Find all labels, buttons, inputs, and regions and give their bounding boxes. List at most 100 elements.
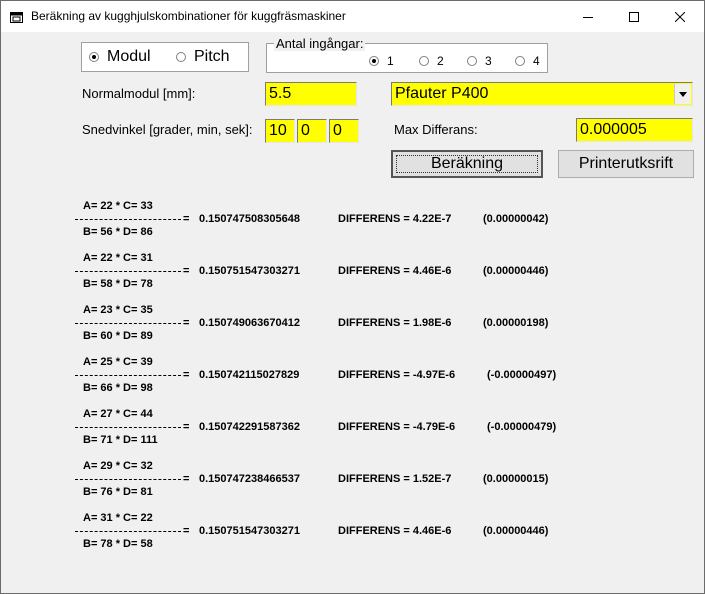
mode-group: Modul Pitch bbox=[81, 42, 249, 72]
result-numerator: A= 22 * C= 33 bbox=[83, 200, 153, 212]
result-denominator: B= 60 * D= 89 bbox=[83, 330, 153, 342]
radio-inputs-2[interactable]: 2 bbox=[419, 54, 444, 68]
minimize-button[interactable] bbox=[565, 1, 611, 32]
radio-inputs-3-indicator[interactable] bbox=[467, 56, 477, 66]
result-numerator: A= 29 * C= 32 bbox=[83, 460, 153, 472]
radio-inputs-1-indicator[interactable] bbox=[369, 56, 379, 66]
result-difference: DIFFERENS = 4.22E-7 bbox=[338, 213, 452, 225]
app-window: Beräkning av kugghjulskombinationer för … bbox=[0, 0, 705, 594]
radio-inputs-1[interactable]: 1 bbox=[369, 54, 394, 68]
result-numerator: A= 27 * C= 44 bbox=[83, 408, 153, 420]
result-row: A= 22 * C= 31 = 0.150751547303271 DIFFERENS… bbox=[75, 252, 635, 296]
result-fraction-line bbox=[75, 323, 181, 324]
result-difference-decimal: (0.00000446) bbox=[483, 265, 549, 277]
radio-modul[interactable]: Modul bbox=[89, 48, 151, 66]
result-fraction-line bbox=[75, 219, 181, 220]
result-denominator: B= 58 * D= 78 bbox=[83, 278, 153, 290]
result-row: A= 22 * C= 33 = 0.150747508305648 DIFFERENS… bbox=[75, 200, 635, 244]
result-ratio: 0.150747508305648 bbox=[199, 213, 300, 225]
result-fraction-line bbox=[75, 271, 181, 272]
maximize-button[interactable] bbox=[611, 1, 657, 32]
snedvinkel-minutes-input[interactable]: 0 bbox=[297, 119, 327, 143]
result-ratio: 0.150747238466537 bbox=[199, 473, 300, 485]
radio-inputs-2-label: 2 bbox=[437, 54, 444, 68]
result-numerator: A= 23 * C= 35 bbox=[83, 304, 153, 316]
print-button-label: Printerutksrift bbox=[578, 155, 674, 172]
minimize-icon bbox=[583, 16, 593, 18]
result-row: A= 27 * C= 44 = 0.150742291587362 DIFFERENS… bbox=[75, 408, 635, 452]
result-row: A= 29 * C= 32 = 0.150747238466537 DIFFERENS… bbox=[75, 460, 635, 504]
result-fraction-line bbox=[75, 375, 181, 376]
result-equals: = bbox=[183, 317, 190, 329]
result-difference: DIFFERENS = 4.46E-6 bbox=[338, 525, 452, 537]
chevron-down-icon bbox=[679, 91, 687, 97]
result-difference: DIFFERENS = -4.97E-6 bbox=[338, 369, 456, 381]
result-difference: DIFFERENS = 1.52E-7 bbox=[338, 473, 452, 485]
result-row: A= 25 * C= 39 = 0.150742115027829 DIFFERENS… bbox=[75, 356, 635, 400]
inputs-group-title: Antal ingångar: bbox=[274, 36, 366, 51]
result-equals: = bbox=[183, 421, 190, 433]
normalmodul-input[interactable]: 5.5 bbox=[265, 82, 357, 106]
inputs-group: Antal ingångar: 1 2 3 4 bbox=[266, 36, 548, 73]
result-fraction-line bbox=[75, 427, 181, 428]
result-fraction-line bbox=[75, 479, 181, 480]
result-equals: = bbox=[183, 473, 190, 485]
close-icon bbox=[675, 11, 685, 22]
result-ratio: 0.150751547303271 bbox=[199, 525, 300, 537]
result-difference-decimal: (0.00000198) bbox=[483, 317, 549, 329]
result-difference-decimal: (-0.00000479) bbox=[487, 421, 557, 433]
result-difference: DIFFERENS = -4.79E-6 bbox=[338, 421, 456, 433]
maximize-icon bbox=[629, 11, 639, 22]
result-fraction-line bbox=[75, 531, 181, 532]
result-ratio: 0.150742291587362 bbox=[199, 421, 300, 433]
radio-inputs-3-label: 3 bbox=[485, 54, 492, 68]
result-ratio: 0.150749063670412 bbox=[199, 317, 300, 329]
result-numerator: A= 25 * C= 39 bbox=[83, 356, 153, 368]
result-denominator: B= 71 * D= 111 bbox=[83, 434, 158, 446]
machine-select[interactable]: Pfauter P400 bbox=[391, 82, 693, 106]
result-denominator: B= 66 * D= 98 bbox=[83, 382, 153, 394]
result-difference: DIFFERENS = 1.98E-6 bbox=[338, 317, 452, 329]
calculate-button-focus-rect bbox=[396, 155, 538, 173]
radio-pitch-indicator[interactable] bbox=[176, 52, 186, 62]
window-title: Beräkning av kugghjulskombinationer för … bbox=[31, 9, 346, 23]
title-bar[interactable]: Beräkning av kugghjulskombinationer för … bbox=[1, 1, 704, 32]
app-window-icon[interactable] bbox=[10, 10, 23, 23]
radio-modul-label: Modul bbox=[107, 48, 151, 65]
radio-pitch-label: Pitch bbox=[194, 48, 230, 65]
machine-select-value: Pfauter P400 bbox=[395, 85, 489, 102]
result-equals: = bbox=[183, 369, 190, 381]
calculate-button[interactable]: Beräkning bbox=[391, 150, 543, 178]
result-row: A= 31 * C= 22 = 0.150751547303271 DIFFERENS… bbox=[75, 512, 635, 556]
radio-inputs-4[interactable]: 4 bbox=[515, 54, 540, 68]
radio-inputs-2-indicator[interactable] bbox=[419, 56, 429, 66]
close-button[interactable] bbox=[657, 1, 703, 32]
maxdiff-label: Max Differans: bbox=[394, 122, 478, 137]
radio-inputs-4-label: 4 bbox=[533, 54, 540, 68]
print-button[interactable]: Printerutksrift bbox=[558, 150, 694, 178]
maxdiff-input[interactable]: 0.000005 bbox=[576, 118, 693, 142]
client-area: Modul Pitch Antal ingångar: 1 2 3 4 Norm… bbox=[1, 32, 704, 593]
machine-select-arrow[interactable] bbox=[674, 84, 691, 104]
result-equals: = bbox=[183, 213, 190, 225]
snedvinkel-seconds-input[interactable]: 0 bbox=[329, 119, 359, 143]
result-equals: = bbox=[183, 525, 190, 537]
result-difference: DIFFERENS = 4.46E-6 bbox=[338, 265, 452, 277]
result-numerator: A= 31 * C= 22 bbox=[83, 512, 153, 524]
result-difference-decimal: (0.00000015) bbox=[483, 473, 549, 485]
result-ratio: 0.150742115027829 bbox=[199, 369, 300, 381]
snedvinkel-degrees-input[interactable]: 10 bbox=[265, 119, 295, 143]
radio-pitch[interactable]: Pitch bbox=[176, 48, 230, 66]
normalmodul-label: Normalmodul [mm]: bbox=[82, 86, 196, 101]
radio-inputs-3[interactable]: 3 bbox=[467, 54, 492, 68]
radio-inputs-1-label: 1 bbox=[387, 54, 394, 68]
result-denominator: B= 76 * D= 81 bbox=[83, 486, 153, 498]
result-numerator: A= 22 * C= 31 bbox=[83, 252, 153, 264]
radio-inputs-4-indicator[interactable] bbox=[515, 56, 525, 66]
result-denominator: B= 78 * D= 58 bbox=[83, 538, 153, 550]
result-difference-decimal: (0.00000042) bbox=[483, 213, 549, 225]
result-difference-decimal: (0.00000446) bbox=[483, 525, 549, 537]
result-difference-decimal: (-0.00000497) bbox=[487, 369, 557, 381]
radio-modul-indicator[interactable] bbox=[89, 52, 99, 62]
result-denominator: B= 56 * D= 86 bbox=[83, 226, 153, 238]
